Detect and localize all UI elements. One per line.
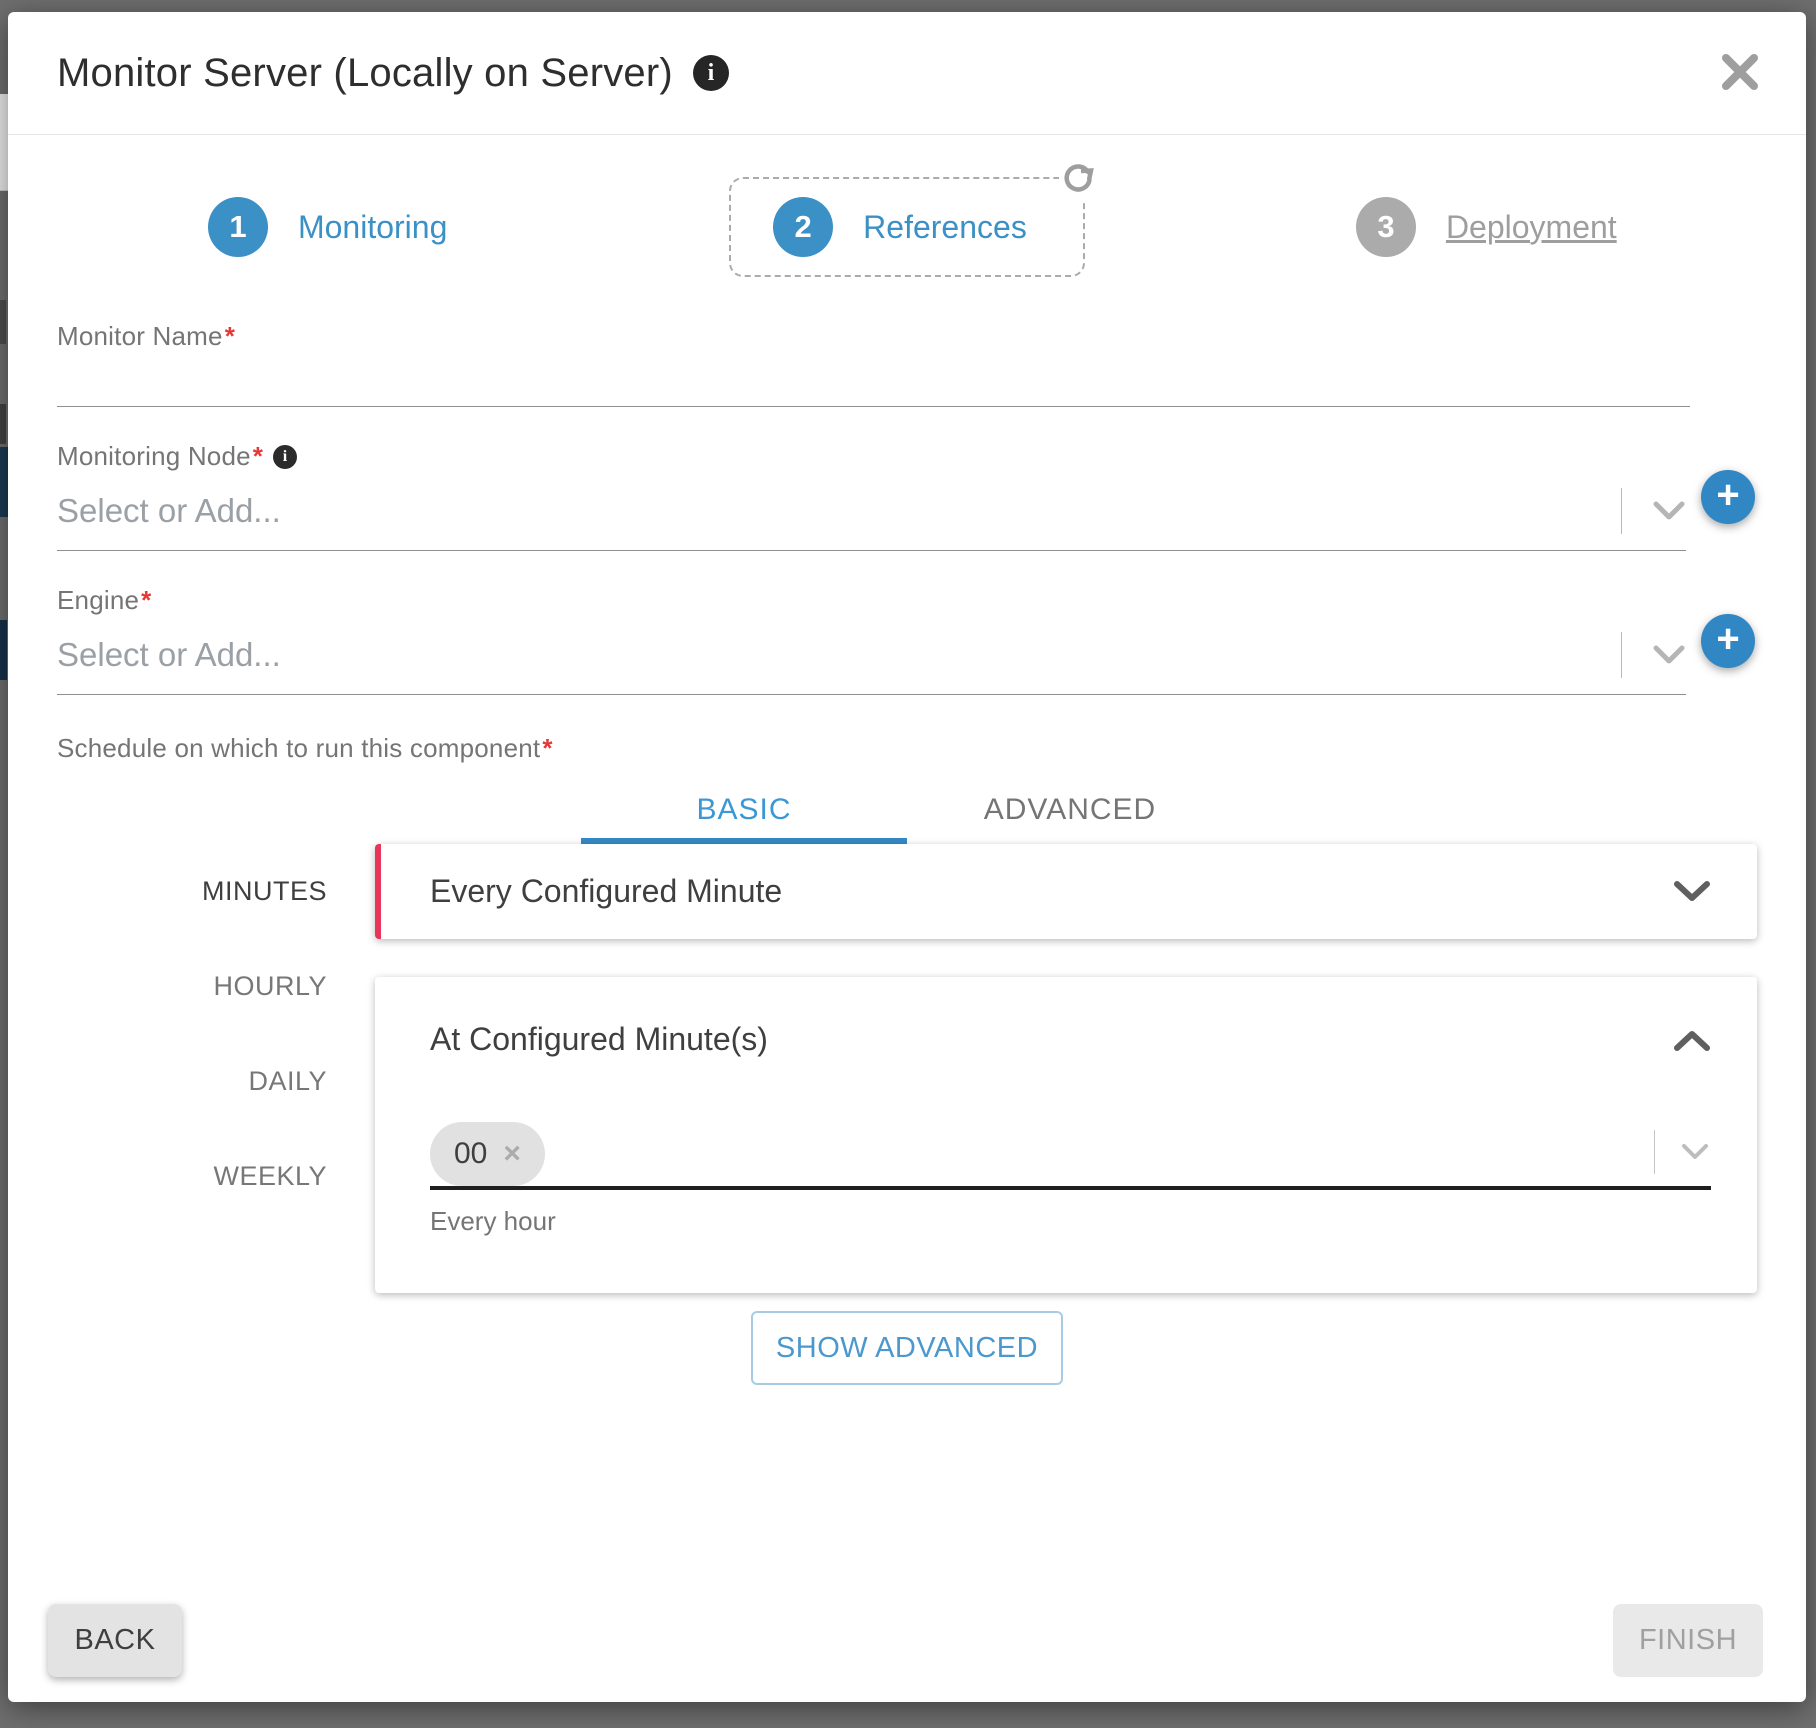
close-icon (1720, 52, 1760, 92)
frequency-item-daily[interactable]: DAILY (57, 1034, 375, 1129)
wizard-stepper: 1 Monitoring 2 References 3 (38, 177, 1776, 277)
dialog-header: Monitor Server (Locally on Server) i (8, 12, 1806, 135)
dialog-title: Monitor Server (Locally on Server) (57, 51, 673, 96)
panel-title: At Configured Minute(s) (430, 1021, 1673, 1058)
panel-every-configured-minute[interactable]: Every Configured Minute (375, 844, 1757, 939)
monitoring-node-label: Monitoring Node* i (57, 441, 1757, 472)
monitoring-node-placeholder: Select or Add... (57, 492, 1621, 530)
background-page-fragment (0, 404, 6, 444)
monitor-name-input[interactable] (57, 352, 1690, 407)
refresh-icon[interactable] (1059, 163, 1097, 202)
step-monitoring[interactable]: 1 Monitoring (208, 197, 447, 257)
chevron-down-icon[interactable] (1673, 880, 1711, 904)
monitor-name-label: Monitor Name* (57, 321, 1757, 352)
monitoring-form: Monitor Name* Monitoring Node* i Select … (8, 321, 1806, 1385)
step-2-circle: 2 (773, 197, 833, 257)
show-advanced-button[interactable]: SHOW ADVANCED (751, 1311, 1063, 1385)
monitor-name-row: Monitor Name* (57, 321, 1757, 407)
panel-header[interactable]: At Configured Minute(s) (430, 1021, 1711, 1058)
minute-chip-value: 00 (454, 1137, 487, 1171)
background-page-fragment (0, 300, 6, 344)
engine-label-text: Engine (57, 585, 139, 616)
chip-remove-icon[interactable]: × (503, 1139, 521, 1169)
required-asterisk: * (141, 585, 151, 616)
step-3-circle: 3 (1356, 197, 1416, 257)
select-separator (1621, 488, 1622, 534)
tab-basic[interactable]: BASIC (581, 782, 907, 844)
back-button[interactable]: BACK (48, 1604, 182, 1677)
tab-advanced[interactable]: ADVANCED (907, 782, 1233, 844)
engine-placeholder: Select or Add... (57, 636, 1621, 674)
step-1-circle: 1 (208, 197, 268, 257)
frequency-item-hourly[interactable]: HOURLY (57, 939, 375, 1034)
engine-select[interactable]: Select or Add... (57, 616, 1686, 695)
chevron-down-icon[interactable] (1652, 644, 1686, 666)
schedule-label-text: Schedule on which to run this component (57, 733, 540, 764)
required-asterisk: * (542, 733, 552, 764)
frequency-item-weekly[interactable]: WEEKLY (57, 1129, 375, 1224)
step-3-label: Deployment (1446, 209, 1617, 246)
schedule-label: Schedule on which to run this component* (57, 733, 1757, 764)
engine-row: Engine* Select or Add... + (57, 585, 1757, 695)
frequency-item-minutes[interactable]: MINUTES (57, 844, 375, 939)
select-separator (1654, 1130, 1655, 1174)
monitoring-node-row: Monitoring Node* i Select or Add... + (57, 441, 1757, 551)
finish-button[interactable]: FINISH (1613, 1604, 1763, 1677)
close-button[interactable] (1720, 52, 1760, 92)
monitoring-node-label-text: Monitoring Node (57, 441, 251, 472)
panel-title: Every Configured Minute (430, 873, 1673, 910)
monitoring-node-select[interactable]: Select or Add... (57, 472, 1686, 551)
add-engine-button[interactable]: + (1701, 614, 1755, 668)
add-monitoring-node-button[interactable]: + (1701, 470, 1755, 524)
select-separator (1621, 632, 1622, 678)
schedule-tabs: BASIC ADVANCED (57, 782, 1757, 844)
schedule-panels: Every Configured Minute At Configured Mi… (375, 844, 1757, 1293)
step-deployment[interactable]: 3 Deployment (1356, 197, 1617, 257)
monitoring-node-info-icon[interactable]: i (273, 445, 297, 469)
step-2-label: References (863, 209, 1027, 246)
monitor-server-dialog: Monitor Server (Locally on Server) i 1 M… (8, 12, 1806, 1702)
chevron-down-icon[interactable] (1652, 500, 1686, 522)
schedule-body: MINUTES HOURLY DAILY WEEKLY Every Config… (57, 844, 1757, 1293)
engine-label: Engine* (57, 585, 1757, 616)
minutes-helper-text: Every hour (430, 1206, 1711, 1237)
chevron-up-icon[interactable] (1673, 1028, 1711, 1052)
info-icon[interactable]: i (693, 55, 729, 91)
monitor-name-label-text: Monitor Name (57, 321, 223, 352)
step-1-label: Monitoring (298, 209, 447, 246)
minute-chip: 00 × (430, 1122, 545, 1186)
background-page-fragment (0, 620, 7, 680)
step-references-current-box: 2 References (729, 177, 1085, 277)
frequency-list: MINUTES HOURLY DAILY WEEKLY (57, 844, 375, 1224)
plus-icon: + (1716, 614, 1739, 664)
panel-at-configured-minutes: At Configured Minute(s) 00 × (375, 977, 1757, 1293)
plus-icon: + (1716, 470, 1739, 520)
required-asterisk: * (225, 321, 235, 352)
step-references[interactable]: 2 References (773, 197, 1027, 257)
required-asterisk: * (253, 441, 263, 472)
minutes-input[interactable]: 00 × (430, 1120, 1711, 1190)
chevron-down-icon[interactable] (1681, 1143, 1709, 1161)
